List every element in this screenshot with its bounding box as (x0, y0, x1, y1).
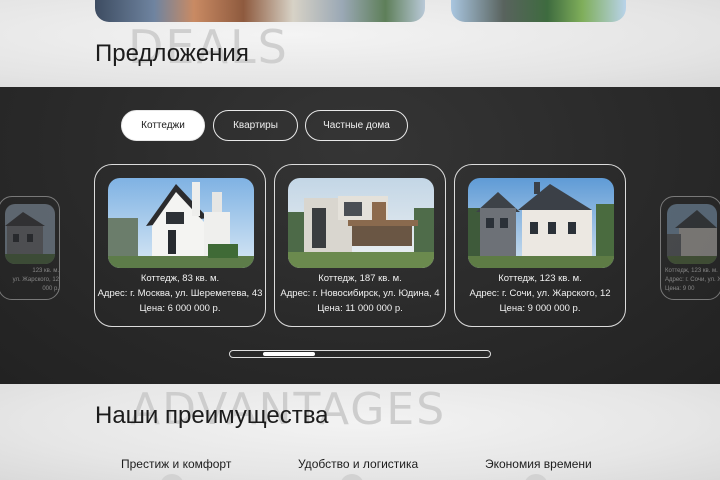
tab-apartments[interactable]: Квартиры (213, 110, 298, 141)
card-address: Адрес: г. Москва, ул. Шереметева, 43 (97, 288, 263, 299)
advantage-icon (340, 474, 364, 480)
carousel-scrollbar[interactable] (229, 350, 491, 358)
carousel-card-partial-right[interactable]: Коттедж, 123 кв. м. Адрес: г. Сочи, ул. … (660, 196, 720, 300)
carousel-scrollbar-thumb[interactable] (263, 352, 315, 356)
advantages-section: ADVANTAGES Наши преимущества Престиж и к… (0, 384, 720, 480)
card-title: Коттедж, 83 кв. м. (140, 273, 220, 284)
house-photo (108, 178, 254, 268)
advantages-title: Наши преимущества (95, 402, 329, 429)
house-photo (667, 204, 717, 264)
card-title: Коттедж, 187 кв. м. (318, 273, 402, 284)
property-card[interactable]: Коттедж, 123 кв. м. Адрес: г. Сочи, ул. … (454, 164, 626, 327)
tab-cottages[interactable]: Коттеджи (121, 110, 205, 141)
card-info: Коттедж, 83 кв. м. Адрес: г. Москва, ул.… (95, 271, 265, 316)
property-card[interactable]: Коттедж, 187 кв. м. Адрес: г. Новосибирс… (274, 164, 446, 327)
carousel-card-partial-left[interactable]: 123 кв. м. ул. Жарского, 12 000 р. (0, 196, 60, 300)
card-address: Адрес: г. Новосибирск, ул. Юдина, 4 (280, 288, 440, 299)
deals-section-header: DEALS Предложения (0, 0, 720, 87)
card-info: Коттедж, 123 кв. м. Адрес: г. Сочи, ул. … (665, 268, 720, 292)
house-photo (288, 178, 434, 268)
advantage-icon (524, 474, 548, 480)
previous-section-photo (451, 0, 626, 22)
advantage-prestige: Престиж и комфорт (121, 457, 232, 471)
card-price: Цена: 11 000 000 р. (317, 303, 403, 314)
card-info: Коттедж, 123 кв. м. Адрес: г. Сочи, ул. … (455, 271, 625, 316)
card-address: Адрес: г. Сочи, ул. Жарского, 12 (469, 288, 611, 299)
house-photo (5, 204, 55, 264)
advantage-time-saving: Экономия времени (485, 457, 592, 471)
card-price: Цена: 6 000 000 р. (139, 303, 221, 314)
card-price: Цена: 9 000 000 р. (499, 303, 581, 314)
card-title: Коттедж, 123 кв. м. (498, 273, 582, 284)
house-photo (468, 178, 614, 268)
offers-title: Предложения (95, 40, 249, 67)
offers-section: Коттеджи Квартиры Частные дома 123 кв. м… (0, 87, 720, 384)
advantage-logistics: Удобство и логистика (298, 457, 419, 471)
card-info: Коттедж, 187 кв. м. Адрес: г. Новосибирс… (275, 271, 445, 316)
previous-section-photo (95, 0, 425, 22)
card-info: 123 кв. м. ул. Жарского, 12 000 р. (12, 268, 59, 292)
advantage-icon (160, 474, 184, 480)
property-card[interactable]: Коттедж, 83 кв. м. Адрес: г. Москва, ул.… (94, 164, 266, 327)
tab-private-houses[interactable]: Частные дома (305, 110, 408, 141)
